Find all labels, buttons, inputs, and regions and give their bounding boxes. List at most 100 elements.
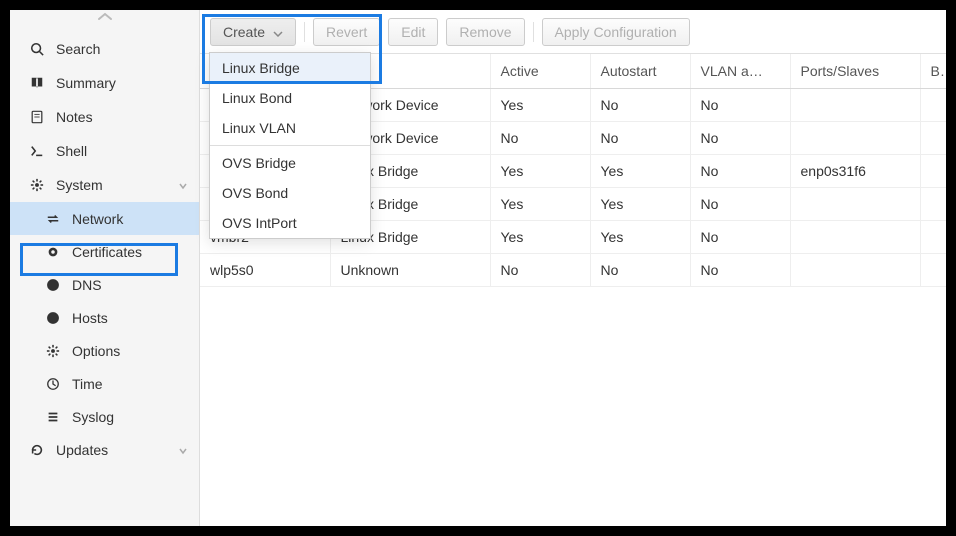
cell-autostart: Yes (590, 220, 690, 253)
chevron-down-icon (177, 179, 189, 191)
globe-icon (44, 311, 62, 325)
cell-ports (790, 187, 920, 220)
cell-extra (920, 88, 946, 121)
sidebar-item-search[interactable]: Search (10, 32, 199, 66)
cell-vlan: No (690, 121, 790, 154)
network-icon (44, 212, 62, 226)
sidebar-item-summary[interactable]: Summary (10, 66, 199, 100)
cell-extra (920, 220, 946, 253)
sidebar-item-label: Summary (56, 75, 116, 91)
toolbar-separator (533, 22, 534, 42)
sidebar-item-label: Shell (56, 143, 87, 159)
sidebar-item-label: Notes (56, 109, 93, 125)
sidebar-item-label: Time (72, 376, 103, 392)
create-button[interactable]: Create (210, 18, 296, 46)
column-header[interactable]: B (920, 54, 946, 88)
cell-ports (790, 253, 920, 286)
note-icon (28, 110, 46, 124)
book-icon (28, 76, 46, 90)
cell-ports: enp0s31f6 (790, 154, 920, 187)
table-row[interactable]: wlp5s0UnknownNoNoNo (200, 253, 946, 286)
toolbar-separator (304, 22, 305, 42)
gear-icon (28, 178, 46, 192)
remove-button[interactable]: Remove (446, 18, 524, 46)
cell-name: wlp5s0 (200, 253, 330, 286)
cell-vlan: No (690, 253, 790, 286)
sidebar-item-label: Syslog (72, 409, 114, 425)
cell-active: No (490, 253, 590, 286)
sidebar-collapse-toggle[interactable] (10, 10, 199, 32)
cell-vlan: No (690, 220, 790, 253)
clock-icon (44, 377, 62, 391)
cell-autostart: No (590, 88, 690, 121)
dropdown-item-ovs-bridge[interactable]: OVS Bridge (210, 148, 370, 178)
cell-active: Yes (490, 154, 590, 187)
sidebar-item-label: Hosts (72, 310, 108, 326)
create-label: Create (223, 24, 265, 40)
dropdown-divider (210, 145, 370, 146)
cell-vlan: No (690, 187, 790, 220)
cell-autostart: No (590, 121, 690, 154)
chevron-down-icon (177, 444, 189, 456)
sidebar-item-shell[interactable]: Shell (10, 134, 199, 168)
sidebar-item-dns[interactable]: DNS (10, 268, 199, 301)
globe-icon (44, 278, 62, 292)
cell-active: Yes (490, 88, 590, 121)
cell-active: No (490, 121, 590, 154)
sidebar-item-time[interactable]: Time (10, 367, 199, 400)
sidebar-item-network[interactable]: Network (10, 202, 199, 235)
sidebar-item-label: System (56, 177, 103, 193)
gear-icon (44, 344, 62, 358)
column-header[interactable]: Active (490, 54, 590, 88)
search-icon (28, 42, 46, 56)
cell-type: Unknown (330, 253, 490, 286)
cell-extra (920, 154, 946, 187)
revert-button[interactable]: Revert (313, 18, 380, 46)
create-dropdown: Linux BridgeLinux BondLinux VLAN OVS Brid… (209, 52, 371, 239)
cell-extra (920, 187, 946, 220)
sidebar-item-label: Search (56, 41, 100, 57)
dropdown-item-linux-bond[interactable]: Linux Bond (210, 83, 370, 113)
cell-vlan: No (690, 88, 790, 121)
chevron-down-icon (273, 24, 283, 40)
cell-active: Yes (490, 187, 590, 220)
apply-config-button[interactable]: Apply Configuration (542, 18, 690, 46)
shell-icon (28, 144, 46, 158)
sidebar-item-certificates[interactable]: Certificates (10, 235, 199, 268)
sidebar-item-updates[interactable]: Updates (10, 433, 199, 467)
cell-extra (920, 253, 946, 286)
cert-icon (44, 245, 62, 259)
cell-ports (790, 88, 920, 121)
sidebar-item-label: Options (72, 343, 120, 359)
column-header[interactable]: VLAN a… (690, 54, 790, 88)
cell-ports (790, 220, 920, 253)
cell-autostart: No (590, 253, 690, 286)
dropdown-item-ovs-bond[interactable]: OVS Bond (210, 178, 370, 208)
dropdown-item-linux-vlan[interactable]: Linux VLAN (210, 113, 370, 143)
sidebar-item-label: Network (72, 211, 123, 227)
list-icon (44, 410, 62, 424)
cell-autostart: Yes (590, 187, 690, 220)
cell-ports (790, 121, 920, 154)
sidebar: Search Summary Notes Shell System Network Cert… (10, 10, 200, 526)
dropdown-item-linux-bridge[interactable]: Linux Bridge (210, 53, 370, 83)
sidebar-item-label: DNS (72, 277, 102, 293)
refresh-icon (28, 443, 46, 457)
cell-vlan: No (690, 154, 790, 187)
cell-active: Yes (490, 220, 590, 253)
edit-button[interactable]: Edit (388, 18, 438, 46)
cell-autostart: Yes (590, 154, 690, 187)
main-panel: Create Revert Edit Remove Apply Configur… (200, 10, 946, 526)
sidebar-item-label: Certificates (72, 244, 142, 260)
sidebar-item-syslog[interactable]: Syslog (10, 400, 199, 433)
column-header[interactable]: Ports/Slaves (790, 54, 920, 88)
dropdown-item-ovs-intport[interactable]: OVS IntPort (210, 208, 370, 238)
sidebar-item-system[interactable]: System (10, 168, 199, 202)
sidebar-item-hosts[interactable]: Hosts (10, 301, 199, 334)
cell-extra (920, 121, 946, 154)
sidebar-item-notes[interactable]: Notes (10, 100, 199, 134)
column-header[interactable]: Autostart (590, 54, 690, 88)
sidebar-item-options[interactable]: Options (10, 334, 199, 367)
toolbar: Create Revert Edit Remove Apply Configur… (200, 10, 946, 54)
sidebar-item-label: Updates (56, 442, 108, 458)
